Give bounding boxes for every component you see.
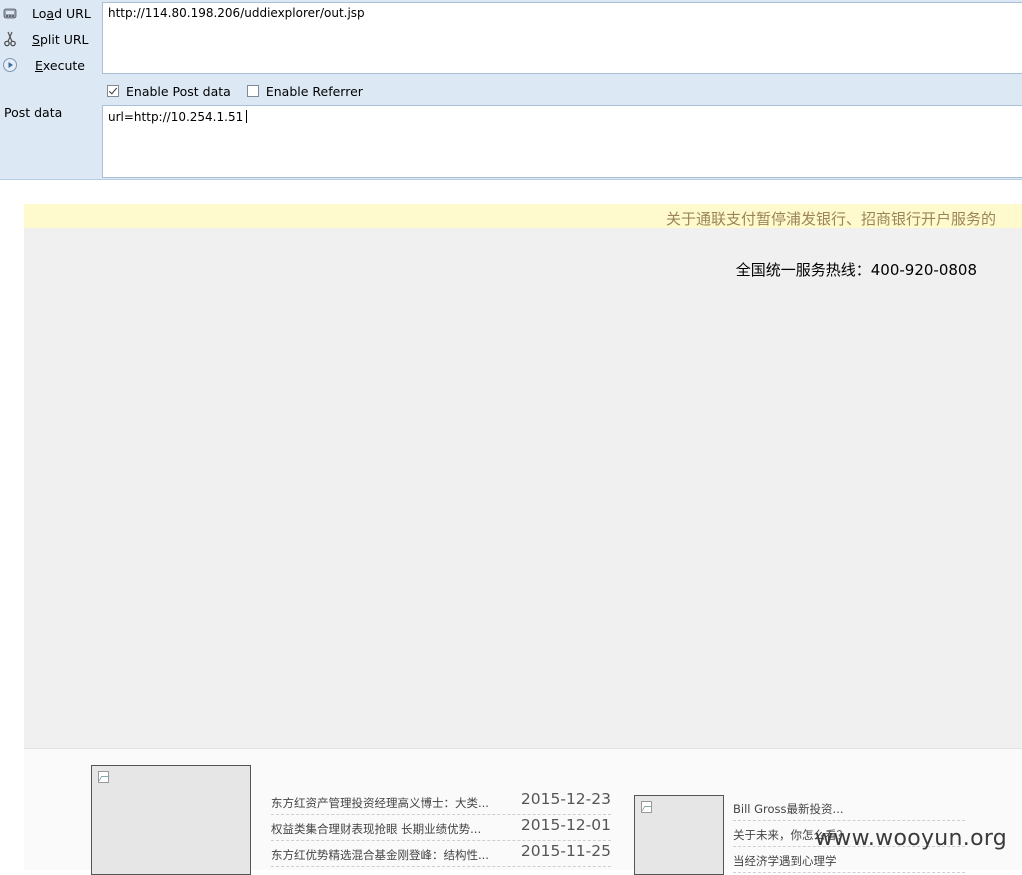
post-data-textarea[interactable]: url=http://10.254.1.51 xyxy=(102,105,1022,178)
execute-button[interactable]: Execute xyxy=(0,52,102,78)
enable-post-checkbox[interactable] xyxy=(107,85,119,97)
execute-label: Execute xyxy=(35,58,85,73)
news-title[interactable]: 权益类集合理财表现抢眼 长期业绩优势... xyxy=(271,821,481,837)
text-caret xyxy=(246,110,248,123)
enable-referrer-label[interactable]: Enable Referrer xyxy=(266,84,363,99)
news-title[interactable]: 东方红资产管理投资经理高义博士：大类... xyxy=(271,795,489,811)
post-data-value: url=http://10.254.1.51 xyxy=(108,110,244,124)
article-title[interactable]: 当经济学遇到心理学 xyxy=(733,853,837,869)
hackbar-panel: Load URL Split URL Execute http://114.80… xyxy=(0,0,1022,180)
load-url-button[interactable]: Load URL xyxy=(0,0,102,26)
news-item[interactable]: 东方红资产管理投资经理高义博士：大类... 2015-12-23 xyxy=(271,789,611,815)
enable-post-label[interactable]: Enable Post data xyxy=(126,84,231,99)
service-hotline: 全国统一服务热线：400-920-0808 xyxy=(735,261,977,279)
split-url-button[interactable]: Split URL xyxy=(0,26,102,52)
news-date: 2015-11-25 xyxy=(520,842,611,860)
options-row: Enable Post data Enable Referrer xyxy=(107,82,379,100)
news-date: 2015-12-01 xyxy=(520,816,611,834)
article-item[interactable]: Bill Gross最新投资... xyxy=(733,795,965,821)
post-data-label: Post data xyxy=(4,105,63,120)
watermark: www.wooyun.org xyxy=(815,826,1008,851)
play-icon xyxy=(3,58,17,72)
scissors-icon xyxy=(4,31,16,47)
split-url-label: Split URL xyxy=(32,32,89,47)
news-item[interactable]: 东方红优势精选混合基金刚登峰：结构性... 2015-11-25 xyxy=(271,841,611,867)
news-image[interactable] xyxy=(91,765,251,875)
news-section: 东方红资产管理投资经理高义博士：大类... 2015-12-23 权益类集合理财… xyxy=(24,748,1022,875)
notice-marquee[interactable]: 关于通联支付暂停浦发银行、招商银行开户服务的 xyxy=(24,204,1022,228)
news-title[interactable]: 东方红优势精选混合基金刚登峰：结构性... xyxy=(271,847,489,863)
article-image[interactable] xyxy=(634,795,724,875)
news-date: 2015-12-23 xyxy=(520,790,611,808)
load-url-icon xyxy=(3,8,17,19)
broken-image-icon xyxy=(641,801,652,813)
load-url-label: Load URL xyxy=(32,6,91,21)
notice-text[interactable]: 关于通联支付暂停浦发银行、招商银行开户服务的 xyxy=(666,208,996,228)
article-title[interactable]: Bill Gross最新投资... xyxy=(733,801,844,817)
broken-image-icon xyxy=(98,771,109,783)
news-list: 东方红资产管理投资经理高义博士：大类... 2015-12-23 权益类集合理财… xyxy=(271,789,611,867)
url-textarea[interactable]: http://114.80.198.206/uddiexplorer/out.j… xyxy=(102,2,1022,74)
enable-referrer-checkbox[interactable] xyxy=(246,85,259,97)
hackbar-actions: Load URL Split URL Execute xyxy=(0,0,102,78)
page-content: 关于通联支付暂停浦发银行、招商银行开户服务的 全国统一服务热线：400-920-… xyxy=(24,204,1022,875)
news-item[interactable]: 权益类集合理财表现抢眼 长期业绩优势... 2015-12-01 xyxy=(271,815,611,841)
